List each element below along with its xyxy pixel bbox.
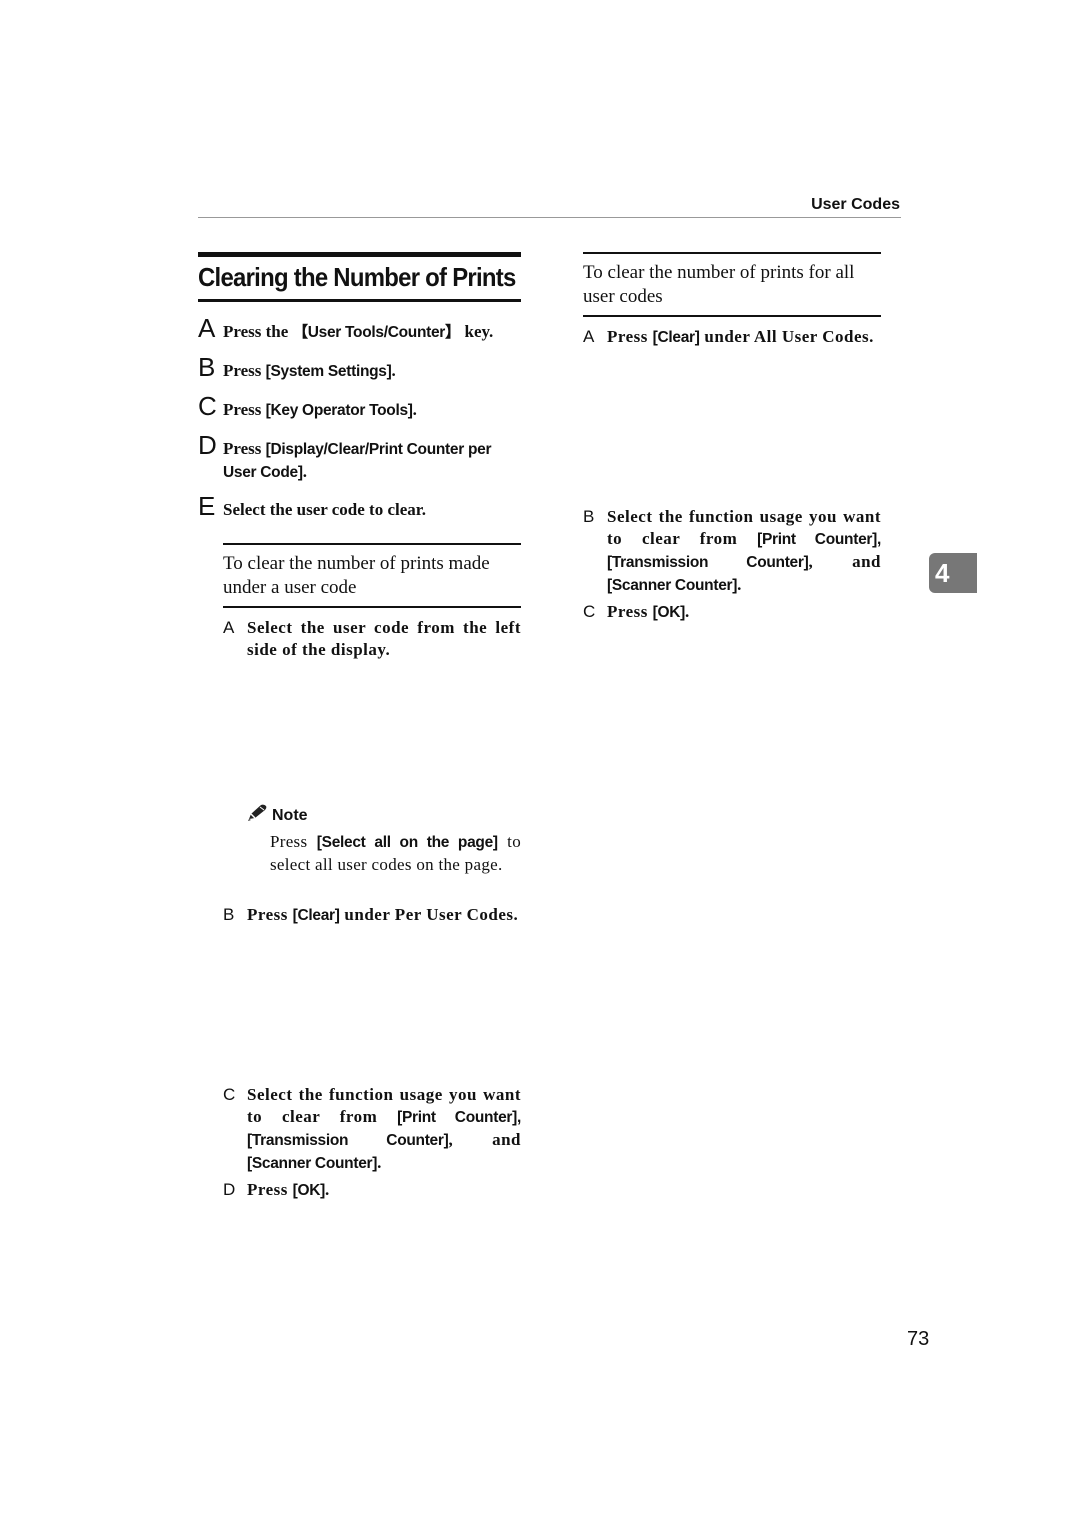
substep-letter: C (583, 602, 596, 621)
subhead-bottom-rule (223, 606, 521, 608)
section-title: Clearing the Number of Prints (198, 262, 516, 292)
substep-text-end: . (685, 602, 690, 621)
step-text: Press (223, 400, 266, 419)
substep-text-end: under Per User Codes. (339, 905, 519, 924)
step-letter: A (198, 313, 216, 343)
pencil-icon (246, 804, 268, 827)
substep-text-end: . (325, 1180, 330, 1199)
subhead-top-rule (223, 543, 521, 545)
button-name: [Scanner Counter] (247, 1155, 378, 1172)
subhead-top-rule (583, 252, 881, 254)
note-title: Note (246, 804, 521, 827)
substep-letter: A (583, 327, 595, 346)
step-b: B Press [System Settings]. (198, 354, 521, 383)
step-d: D Press [Display/Clear/Print Counter per… (198, 432, 521, 484)
per-user-substep-a: A Select the user code from the left sid… (223, 617, 521, 661)
step-c: C Press [Key Operator Tools]. (198, 393, 521, 422)
step-text-end: . (302, 462, 307, 481)
note-text-start: Press (270, 832, 317, 851)
substep-letter: B (223, 905, 235, 924)
substep-text: Press (607, 602, 653, 621)
note-text: Press [Select all on the page] to select… (270, 831, 521, 876)
button-name: [Clear] (652, 329, 700, 346)
step-a: A Press the 【User Tools/Counter】 key. (198, 315, 521, 344)
substep-letter: A (223, 618, 235, 637)
note-block: Note Press [Select all on the page] to s… (246, 804, 521, 876)
step-letter: B (198, 352, 216, 382)
substep-letter: D (223, 1180, 236, 1199)
running-header: User Codes (811, 196, 900, 213)
substep-text: Press (607, 327, 653, 346)
header-rule (198, 217, 901, 218)
step-text: Select the user code to clear. (223, 500, 426, 519)
substep-text-end: . (737, 575, 742, 594)
step-text-end: . (412, 400, 417, 419)
button-name: [Select all on the page] (316, 834, 498, 851)
substep-text-mid: , and (808, 552, 881, 571)
substep-text: Press (247, 905, 293, 924)
all-users-substep-b: B Select the function usage you want to … (583, 506, 881, 597)
substep-text: Select the user code from the left side … (247, 618, 521, 659)
chapter-tab: 4 (929, 553, 977, 593)
button-name: [OK] (652, 604, 686, 621)
page-number: 73 (907, 1328, 930, 1350)
button-name: [Scanner Counter] (607, 577, 738, 594)
button-name: [Key Operator Tools] (265, 402, 413, 419)
all-users-substep-a: A Press [Clear] under All User Codes. (583, 326, 881, 349)
per-user-substep-c: C Select the function usage you want to … (223, 1084, 521, 1175)
step-e: E Select the user code to clear. (198, 493, 521, 521)
subhead-all-users: To clear the number of prints for all us… (583, 262, 855, 307)
per-user-substep-b: B Press [Clear] under Per User Codes. (223, 904, 521, 927)
all-users-substep-c: C Press [OK]. (583, 601, 881, 624)
step-text: Press (223, 361, 266, 380)
substep-text-end: . (377, 1153, 382, 1172)
button-name: [OK] (292, 1182, 326, 1199)
substep-letter: C (223, 1085, 236, 1104)
button-name: [System Settings] (265, 363, 392, 380)
step-letter: D (198, 430, 217, 460)
substep-text-end: under All User Codes. (699, 327, 874, 346)
substep-letter: B (583, 507, 595, 526)
title-top-rule (198, 252, 521, 257)
step-letter: E (198, 491, 216, 521)
key-name: 【User Tools/Counter】 (292, 324, 461, 341)
button-name: [Clear] (292, 907, 340, 924)
title-bottom-rule (198, 299, 521, 302)
step-letter: C (198, 391, 217, 421)
step-text-end: key. (460, 322, 494, 341)
subhead-bottom-rule (583, 315, 881, 317)
step-text: Press the (223, 322, 293, 341)
note-label: Note (272, 806, 308, 824)
per-user-substep-d: D Press [OK]. (223, 1179, 521, 1202)
step-text: Press (223, 439, 266, 458)
subhead-per-user: To clear the number of prints made under… (223, 553, 490, 598)
substep-text-mid: , and (448, 1130, 521, 1149)
substep-text: Press (247, 1180, 293, 1199)
step-text-end: . (391, 361, 396, 380)
